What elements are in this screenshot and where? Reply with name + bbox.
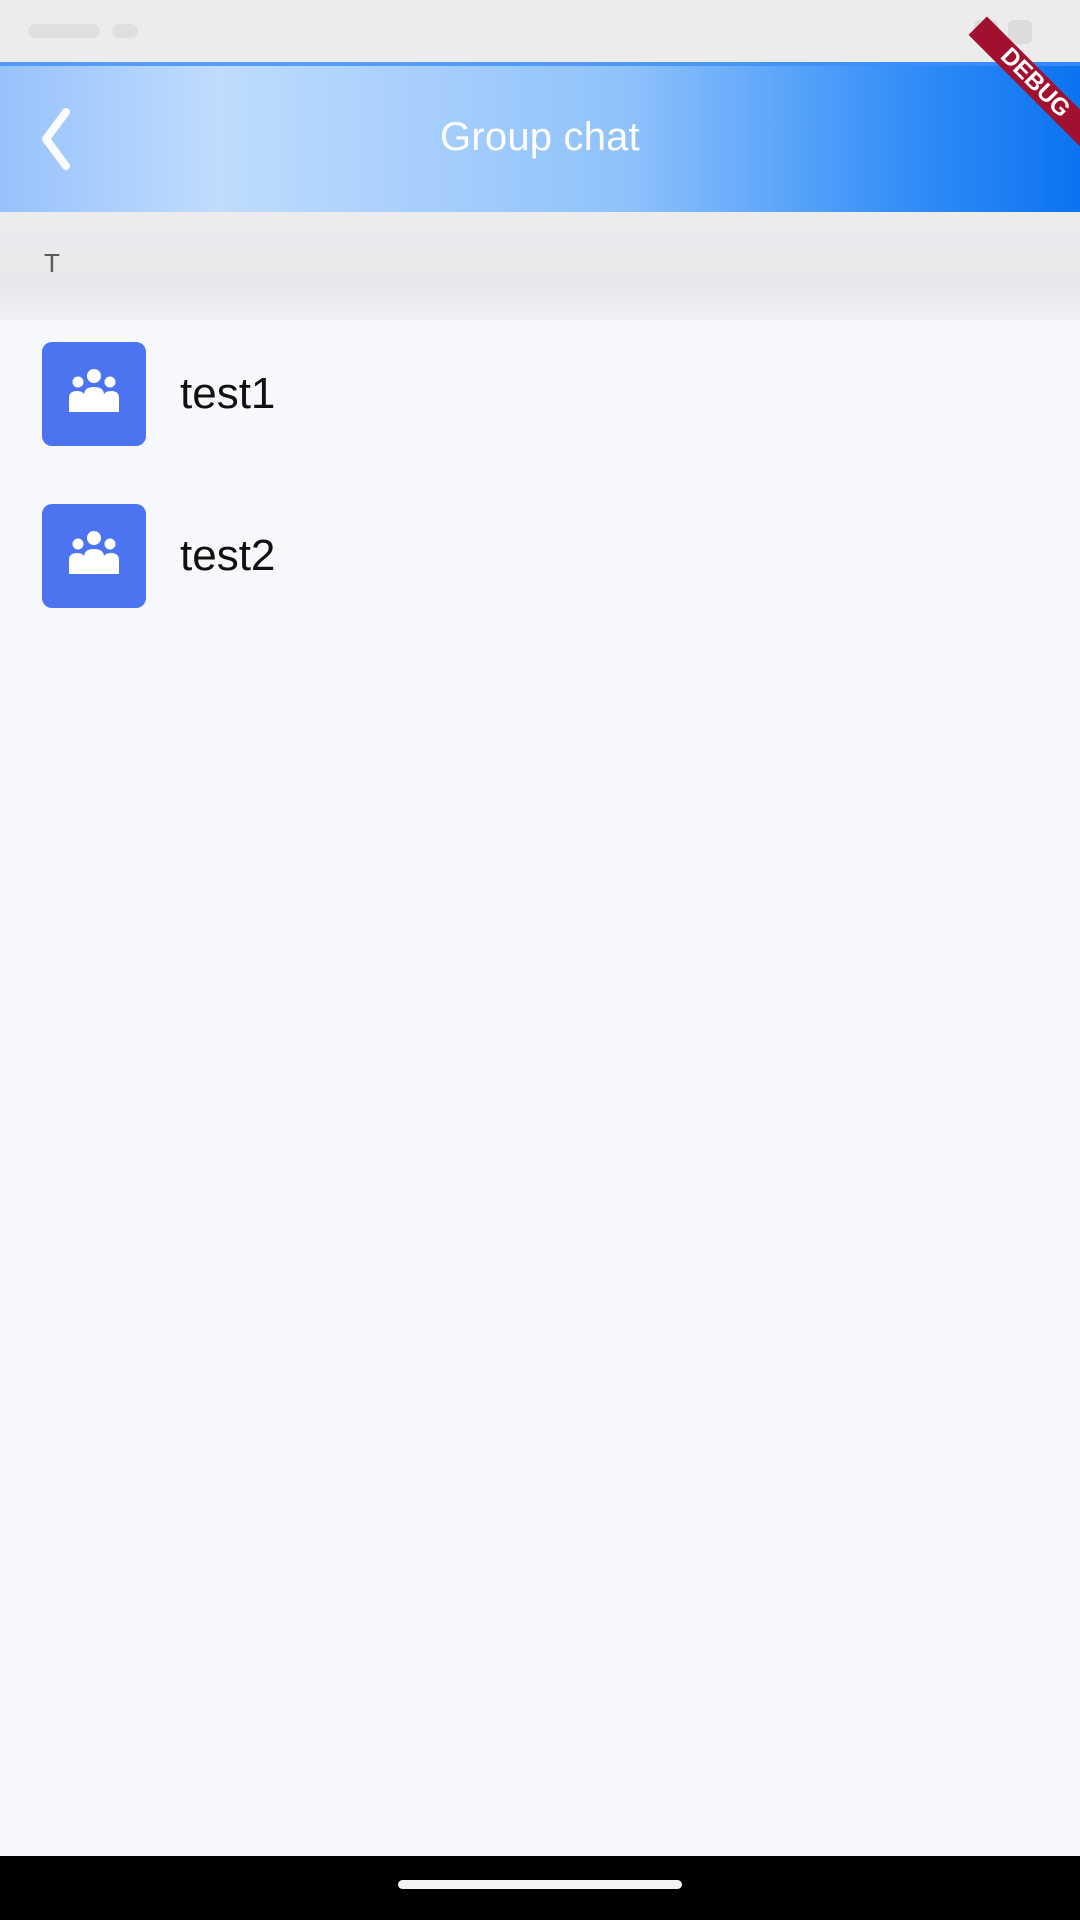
group-list-item[interactable]: test2 — [0, 484, 1080, 624]
status-time — [28, 24, 100, 38]
group-icon — [69, 531, 119, 574]
status-bar — [0, 0, 1080, 62]
system-navigation-bar — [0, 1856, 1080, 1920]
group-name: test2 — [180, 531, 276, 580]
group-icon — [69, 369, 119, 412]
app-bar: Group chat — [0, 62, 1080, 212]
notification-icon — [112, 24, 138, 38]
page-title: Group chat — [440, 115, 640, 159]
group-avatar — [42, 342, 146, 446]
status-bar-left — [28, 20, 148, 42]
section-letter: T — [44, 248, 60, 278]
group-name: test1 — [180, 369, 276, 418]
section-header — [0, 212, 1080, 320]
home-indicator[interactable] — [398, 1880, 682, 1889]
group-avatar — [42, 504, 146, 608]
group-list-item[interactable]: test1 — [0, 320, 1080, 460]
